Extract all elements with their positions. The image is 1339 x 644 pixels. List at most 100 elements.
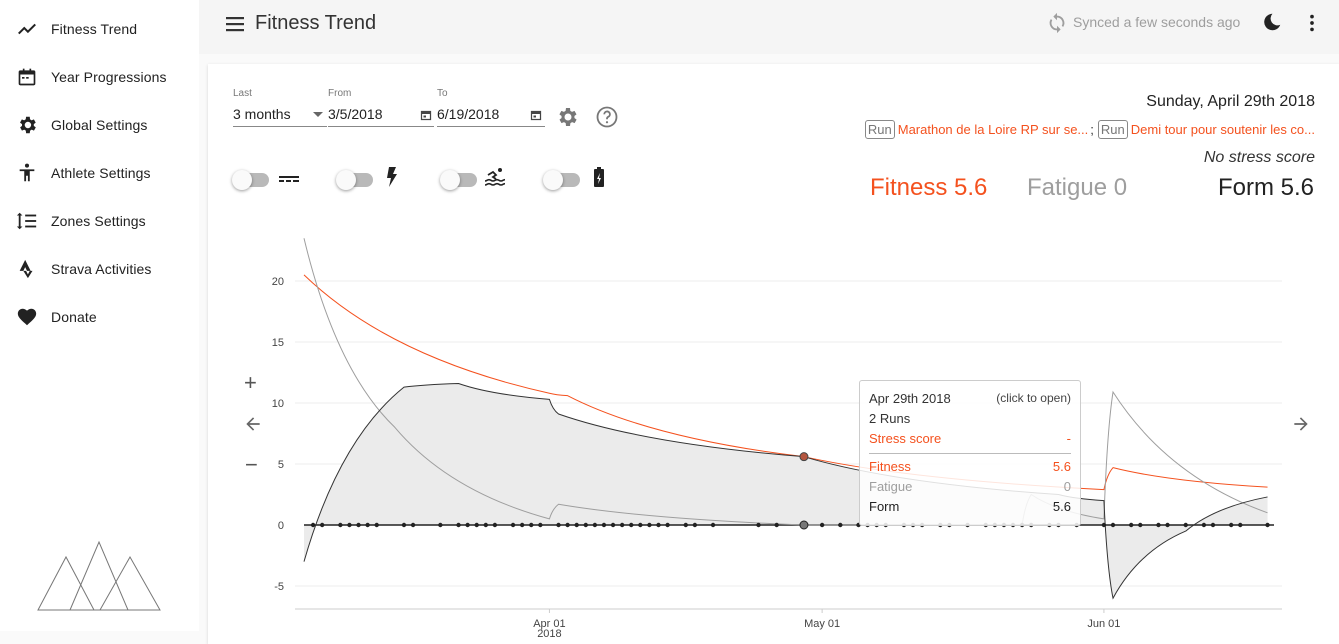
sidebar-item-label: Strava Activities — [51, 261, 152, 277]
activity-point — [565, 522, 570, 528]
activity-point — [574, 522, 579, 528]
activity-point — [1128, 522, 1134, 528]
tooltip-date: Apr 29th 2018 — [869, 391, 951, 406]
activity-point — [692, 522, 698, 528]
activity-point — [1183, 522, 1188, 528]
selected-activity-point — [799, 520, 809, 530]
activity-point — [310, 522, 316, 528]
tooltip-fatigue-value: 0 — [1063, 479, 1071, 494]
activity-point — [556, 522, 561, 528]
tooltip-form-value: 5.6 — [1052, 499, 1071, 514]
fitness-trend-card: Last 3 months From 3/5/2018 To 6/19/2018… — [208, 64, 1339, 644]
activity-point — [365, 522, 370, 528]
activity-point — [410, 522, 416, 528]
more-vert-icon[interactable] — [1301, 11, 1323, 35]
sync-icon[interactable] — [1046, 12, 1068, 34]
x-tick-label: Jun 01 — [1087, 618, 1120, 630]
activity-point — [1165, 522, 1170, 528]
tooltip-stress-value: - — [1066, 431, 1071, 446]
sidebar-item-label: Athlete Settings — [51, 165, 151, 181]
tooltip-fatigue-label: Fatigue — [869, 479, 913, 494]
calendar-icon — [16, 66, 38, 88]
fitness-chart[interactable]: 20151050-5Apr 01 May 01 Jun 012018 — [208, 64, 1339, 644]
activity-point — [356, 522, 361, 528]
y-tick-label: -5 — [274, 581, 284, 593]
activity-point — [1138, 522, 1143, 528]
sidebar-item-label: Donate — [51, 309, 97, 325]
activity-point — [647, 522, 652, 528]
sidebar-item-zones-settings[interactable]: Zones Settings — [0, 197, 199, 245]
form-area — [304, 383, 1268, 599]
activity-point — [710, 522, 716, 528]
sidebar-item-athlete-settings[interactable]: Athlete Settings — [0, 149, 199, 197]
activity-point — [338, 522, 343, 528]
menu-icon[interactable] — [223, 12, 247, 36]
sidebar-item-label: Global Settings — [51, 117, 148, 133]
zones-icon — [16, 210, 38, 232]
sidebar-item-label: Zones Settings — [51, 213, 146, 229]
x-year-label: 2018 — [537, 628, 561, 640]
activity-point — [656, 522, 661, 528]
activity-point — [838, 522, 843, 528]
strava-icon — [16, 258, 38, 280]
tooltip-form-label: Form — [869, 499, 900, 514]
activity-point — [1110, 522, 1116, 528]
tooltip-fitness-value: 5.6 — [1052, 459, 1071, 474]
activity-point — [683, 522, 688, 528]
activity-point — [401, 522, 407, 528]
activity-point — [1156, 522, 1161, 528]
activity-point — [601, 522, 607, 528]
y-tick-label: 10 — [272, 398, 284, 410]
x-tick-label: May 01 — [804, 618, 840, 630]
sidebar-item-year-progressions[interactable]: Year Progressions — [0, 53, 199, 101]
activity-point — [1201, 522, 1207, 528]
tooltip-hint: (click to open) — [996, 391, 1071, 405]
activity-point — [465, 522, 470, 528]
activity-point — [1238, 522, 1243, 528]
activity-point — [510, 522, 516, 528]
sidebar-item-fitness-trend[interactable]: Fitness Trend — [0, 5, 199, 53]
activity-point — [1101, 522, 1107, 528]
chart-tooltip[interactable]: Apr 29th 2018 (click to open) 2 Runs Stre… — [859, 380, 1081, 526]
y-tick-label: 0 — [278, 520, 284, 532]
sidebar-item-global-settings[interactable]: Global Settings — [0, 101, 199, 149]
activity-point — [492, 522, 498, 528]
activity-point — [592, 522, 598, 528]
activity-point — [1265, 522, 1270, 528]
app-logo — [37, 540, 161, 611]
tooltip-fitness-label: Fitness — [869, 459, 911, 474]
sidebar-item-label: Year Progressions — [51, 69, 167, 85]
activity-point — [347, 522, 352, 528]
tooltip-divider — [869, 453, 1071, 454]
y-tick-label: 20 — [272, 276, 284, 288]
activity-point — [629, 522, 634, 528]
sidebar: Fitness Trend Year Progressions Global S… — [0, 0, 199, 631]
activity-point — [1210, 522, 1216, 528]
sync-status: Synced a few seconds ago — [1073, 14, 1241, 30]
page-title: Fitness Trend — [255, 12, 377, 34]
trend-icon — [16, 18, 38, 40]
activity-point — [610, 522, 616, 528]
selected-fitness-point — [799, 452, 809, 462]
sidebar-item-donate[interactable]: Donate — [0, 293, 199, 341]
activity-point — [438, 522, 443, 528]
activity-point — [456, 522, 461, 528]
activity-point — [819, 522, 825, 528]
activity-point — [1228, 522, 1234, 528]
activity-point — [374, 522, 379, 528]
activity-point — [474, 522, 479, 528]
activity-point — [529, 522, 534, 528]
sidebar-item-strava-activities[interactable]: Strava Activities — [0, 245, 199, 293]
activity-point — [774, 522, 779, 528]
y-tick-label: 5 — [278, 459, 284, 471]
activity-point — [638, 522, 643, 528]
activity-point — [583, 522, 588, 528]
activity-point — [519, 522, 525, 528]
athlete-icon — [16, 162, 38, 184]
gear-icon — [16, 114, 38, 136]
moon-icon[interactable] — [1261, 11, 1283, 33]
top-bar: Fitness Trend Synced a few seconds ago — [199, 0, 1339, 54]
activity-point — [319, 522, 325, 528]
activity-point — [538, 522, 543, 528]
tooltip-count: 2 Runs — [869, 411, 911, 426]
